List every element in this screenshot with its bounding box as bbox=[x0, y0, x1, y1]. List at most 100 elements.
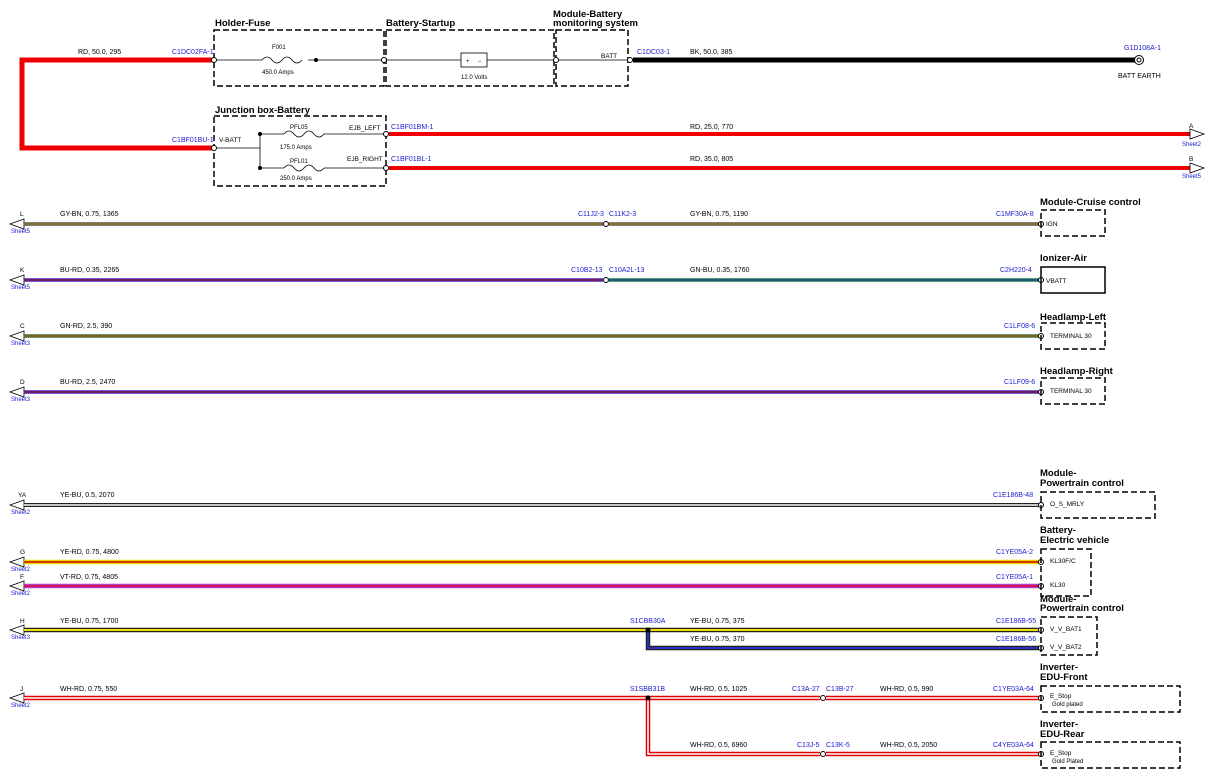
wire-label: YE-BU, 0.5, 2070 bbox=[60, 492, 115, 499]
wire-label: WH-RD, 0.5, 1025 bbox=[690, 686, 747, 693]
module-pin: V_V_BAT2 bbox=[1050, 644, 1082, 651]
wire-label: GY-BN, 0.75, 1190 bbox=[690, 211, 748, 218]
holder-fuse-title: Holder-Fuse bbox=[215, 18, 270, 29]
ejb-left-pin: EJB_LEFT bbox=[349, 125, 380, 132]
row-sheet: Sheet5 bbox=[11, 229, 31, 235]
connector-label: C11J2-3 bbox=[578, 211, 604, 218]
connector-c1dc02: C1DC02FA-1 bbox=[172, 49, 214, 56]
circuit-row-f: F Sheet2 VT-RD, 0.75, 4805 C1YE05A-1 bbox=[8, 574, 1044, 597]
batt-pin: BATT bbox=[601, 53, 617, 60]
connector-c1dc03: C1DC03-1 bbox=[637, 49, 670, 56]
row-letter: K bbox=[20, 267, 25, 274]
circuit-row-d: D Sheet3 BU-RD, 2.5, 2470 C1LF09-6 Headl… bbox=[8, 366, 1114, 405]
offsheet-a: A bbox=[1189, 123, 1194, 130]
batt-earth-label: BATT EARTH bbox=[1118, 73, 1161, 80]
module-pin: E_Stop bbox=[1050, 750, 1072, 757]
wire-label: WH-RD, 0.5, 990 bbox=[880, 686, 933, 693]
connector-label: C11K2-3 bbox=[609, 211, 636, 218]
offsheet-arrow-icon bbox=[1189, 128, 1206, 140]
battery-icon bbox=[460, 52, 488, 68]
connector-label: C4YE03A-64 bbox=[993, 742, 1034, 749]
module-pin: IGN bbox=[1046, 221, 1058, 228]
inline-connector-icon bbox=[820, 751, 826, 757]
connector-label: C1E186B-55 bbox=[996, 618, 1036, 625]
offsheet-arrow-icon bbox=[8, 624, 25, 636]
main-red-feed-wire bbox=[19, 57, 214, 151]
module-pin-sub: Gold Plated bbox=[1052, 759, 1083, 765]
connector-label: C1YE05A-2 bbox=[996, 549, 1033, 556]
offsheet-arrow-icon bbox=[8, 580, 25, 592]
wire-label: YE-RD, 0.75, 4800 bbox=[60, 549, 119, 556]
row-sheet: Sheet3 bbox=[11, 341, 31, 347]
inline-connector-icon bbox=[603, 221, 609, 227]
connector-label: C1MF30A-8 bbox=[996, 211, 1034, 218]
module-pin: TERMINAL 30 bbox=[1050, 333, 1092, 340]
module-battery-title-2: monitoring system bbox=[553, 18, 638, 29]
connector-label: C10B2-13 bbox=[571, 267, 603, 274]
circuit-row-j: J Sheet2 WH-RD, 0.75, 550 S1SBB31B WH-RD… bbox=[8, 686, 1044, 757]
inline-connector-icon bbox=[603, 277, 609, 283]
connector-label: C13B-27 bbox=[826, 686, 854, 693]
connector-label: C13A-27 bbox=[792, 686, 820, 693]
pfl05-rating: 175.0 Amps bbox=[280, 145, 312, 151]
wiring-diagram: Holder-Fuse Battery-Startup Module-Batte… bbox=[8, 9, 1206, 769]
battery-volts: 12.0 Volts bbox=[461, 75, 487, 81]
connector-label: C2H220-4 bbox=[1000, 267, 1032, 274]
offsheet-arrow-icon bbox=[8, 274, 25, 286]
offsheet-b: B bbox=[1189, 156, 1193, 163]
offsheet-a-sheet: Sheet2 bbox=[1182, 142, 1202, 148]
row-sheet: Sheet5 bbox=[11, 285, 31, 291]
offsheet-arrow-icon bbox=[8, 218, 25, 230]
row-letter: F bbox=[20, 574, 24, 581]
circuit-row-g: G Sheet2 YE-RD, 0.75, 4800 C1YE05A-2 bbox=[8, 549, 1044, 573]
wire-label: YE-BU, 0.75, 375 bbox=[690, 618, 745, 625]
ejb-right-pin: EJB_RIGHT bbox=[347, 156, 383, 163]
connector-g1d108: G1D108A-1 bbox=[1124, 45, 1161, 52]
splice-label: S1SBB31B bbox=[630, 686, 665, 693]
wire-label-rd35: RD, 35.0, 805 bbox=[690, 156, 733, 163]
circuit-row-ya: YA Sheet2 YE-BU, 0.5, 2070 C1E186B-48 Mo… bbox=[8, 468, 1156, 519]
wire-label: GN-BU, 0.35, 1760 bbox=[690, 267, 750, 274]
wire-label: VT-RD, 0.75, 4805 bbox=[60, 574, 118, 581]
connector-c1bf01bl: C1BF01BL-1 bbox=[391, 156, 432, 163]
module-title: Headlamp-Right bbox=[1040, 366, 1114, 377]
module-pin: KL30F/C bbox=[1050, 558, 1076, 565]
fuse-f001-rating: 450.0 Amps bbox=[262, 70, 294, 76]
splice-icon bbox=[645, 695, 651, 701]
module-title: Ionizer-Air bbox=[1040, 253, 1087, 264]
wire-label: BU-RD, 2.5, 2470 bbox=[60, 379, 115, 386]
row-sheet: Sheet2 bbox=[11, 591, 31, 597]
offsheet-arrow-icon bbox=[8, 386, 25, 398]
circuit-row-l: L Sheet5 GY-BN, 0.75, 1365 C11J2-3 C11K2… bbox=[8, 197, 1141, 237]
row-sheet: Sheet3 bbox=[11, 397, 31, 403]
wire-label: YE-BU, 0.75, 370 bbox=[690, 636, 745, 643]
row-sheet: Sheet3 bbox=[11, 635, 31, 641]
vbatt-pin: V-BATT bbox=[219, 137, 241, 144]
module-pin: VBATT bbox=[1046, 278, 1066, 285]
connector-label: C1LF08-6 bbox=[1004, 323, 1035, 330]
battery-ev-box bbox=[1040, 548, 1092, 597]
svg-text:−: − bbox=[478, 59, 482, 65]
row-letter: H bbox=[20, 618, 25, 625]
row-sheet: Sheet2 bbox=[11, 703, 31, 709]
pfl05-label: PFL05 bbox=[290, 125, 308, 131]
wire-label-rd50: RD, 50.0, 295 bbox=[78, 49, 121, 56]
wire-label: WH-RD, 0.5, 2050 bbox=[880, 742, 937, 749]
wire-label: BU-RD, 0.35, 2265 bbox=[60, 267, 119, 274]
wire-label-bk50: BK, 50.0, 385 bbox=[690, 49, 733, 56]
pfl01-label: PFL01 bbox=[290, 159, 308, 165]
module-title: Powertrain control bbox=[1040, 478, 1124, 489]
row-letter: D bbox=[20, 379, 25, 386]
splice-icon bbox=[645, 627, 651, 633]
connector-label: C1E186B-56 bbox=[996, 636, 1036, 643]
circuit-row-k: K Sheet5 BU-RD, 0.35, 2265 C10B2-13 C10A… bbox=[8, 253, 1106, 294]
module-title: Electric vehicle bbox=[1040, 535, 1109, 546]
row-letter: G bbox=[20, 549, 25, 556]
connector-c1bf01bm: C1BF01BM-1 bbox=[391, 124, 434, 131]
connector-label: C1YE05A-1 bbox=[996, 574, 1033, 581]
module-pin: O_S_MRLY bbox=[1050, 501, 1085, 508]
circuit-row-h: H Sheet3 YE-BU, 0.75, 1700 S1CBB30A YE-B… bbox=[8, 618, 1044, 651]
offsheet-b-sheet: Sheet5 bbox=[1182, 174, 1202, 180]
offsheet-arrow-icon bbox=[8, 330, 25, 342]
junction-box-title: Junction box-Battery bbox=[215, 105, 311, 116]
